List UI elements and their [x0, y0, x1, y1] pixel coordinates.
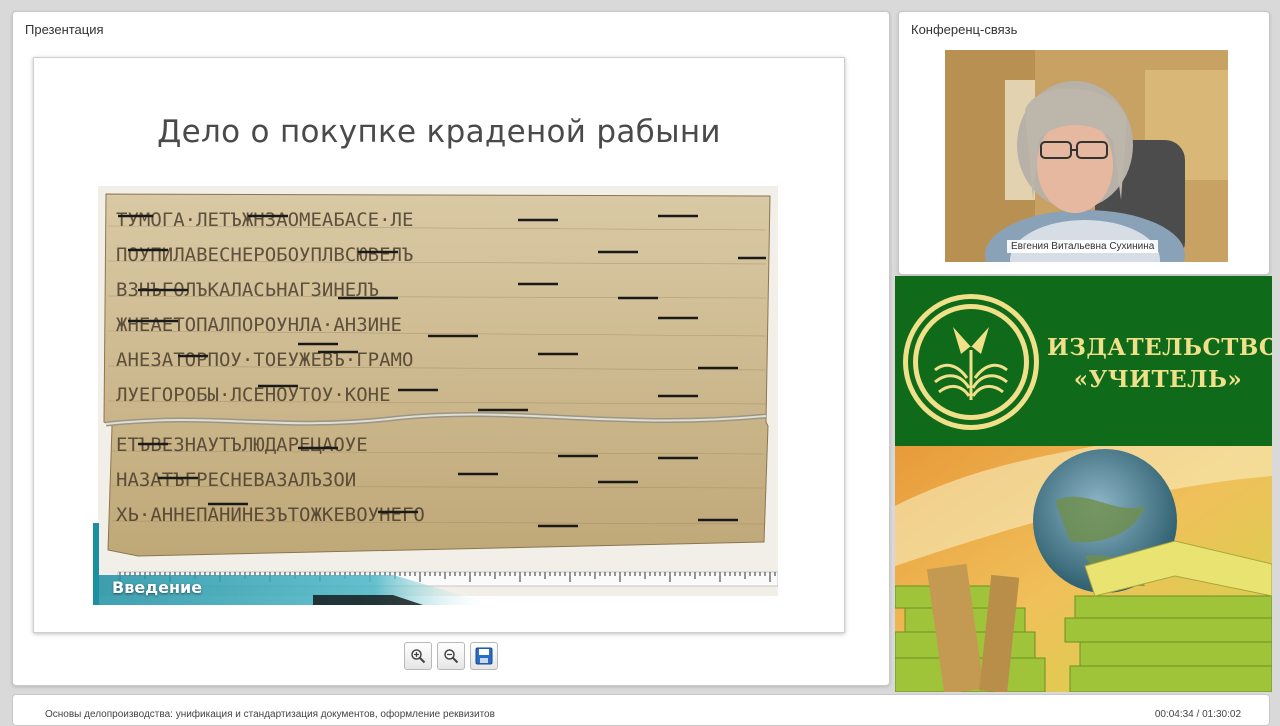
publisher-banner-top: ИЗДАТЕЛЬСТВО «УЧИТЕЛЬ» [895, 276, 1272, 446]
svg-text:ПОУПИЛАВЕСНЕРОБОУПЛВСЮВЕЛЪ: ПОУПИЛАВЕСНЕРОБОУПЛВСЮВЕЛЪ [116, 244, 413, 266]
save-button[interactable] [470, 642, 498, 670]
birch-bark-document-image: ТУМОГА·ЛЕТЪЖНЗАОМЕАБАСЕ·ЛЕ ПОУПИЛАВЕСНЕР… [98, 186, 778, 596]
svg-text:АНЕЗАТОРПОУ·ТОЕУЖЕВЪ·ГРАМО: АНЕЗАТОРПОУ·ТОЕУЖЕВЪ·ГРАМО [116, 349, 413, 371]
slide-title: Дело о покупке краденой рабыни [157, 114, 721, 150]
playback-timer: 00:04:34 / 01:30:02 [1154, 709, 1241, 720]
presentation-panel: Презентация Дело о покупке краденой рабы… [12, 11, 890, 686]
svg-text:ХЬ·АННЕПАНИНЕЗЪТОЖКЕВОУНЕГО: ХЬ·АННЕПАНИНЕЗЪТОЖКЕВОУНЕГО [116, 504, 425, 526]
slide: Дело о покупке краденой рабыни ТУМОГА·ЛЕ… [33, 57, 845, 633]
course-title: Основы делопроизводства: унификация и ст… [45, 709, 495, 720]
intro-badge-label: Введение [112, 578, 203, 597]
svg-text:ЖНЕАЕТОПАЛПОРОУНЛА·АНЗИНЕ: ЖНЕАЕТОПАЛПОРОУНЛА·АНЗИНЕ [116, 314, 402, 336]
books-and-globe-image [895, 446, 1272, 692]
speaker-name-label: Евгения Витальевна Сухинина [1007, 240, 1159, 253]
publisher-banner[interactable]: ИЗДАТЕЛЬСТВО «УЧИТЕЛЬ» [895, 276, 1272, 692]
svg-text:ЛУЕГОРОБЫ·ЛСЕНОУТОУ·КОНЕ: ЛУЕГОРОБЫ·ЛСЕНОУТОУ·КОНЕ [116, 384, 391, 406]
save-icon [475, 647, 493, 665]
publisher-name-line2: «УЧИТЕЛЬ» [1073, 366, 1243, 393]
publisher-name-line1: ИЗДАТЕЛЬСТВО [1047, 334, 1272, 361]
svg-text:НАЗАТЪГРЕСНЕВАЗАЛЪЗОИ: НАЗАТЪГРЕСНЕВАЗАЛЪЗОИ [116, 469, 356, 491]
speaker-video: Евгения Витальевна Сухинина [945, 50, 1228, 262]
publisher-logo [903, 294, 1039, 430]
svg-text:ТУМОГА·ЛЕТЪЖНЗАОМЕАБАСЕ·ЛЕ: ТУМОГА·ЛЕТЪЖНЗАОМЕАБАСЕ·ЛЕ [116, 209, 413, 231]
zoom-in-button[interactable] [404, 642, 432, 670]
zoom-out-button[interactable] [437, 642, 465, 670]
footer-bar: Основы делопроизводства: унификация и ст… [12, 694, 1270, 726]
speaker-video-image [945, 50, 1228, 262]
zoom-in-icon [411, 649, 426, 664]
conference-panel: Конференц-связь Евгения Витальевна Сухин… [898, 11, 1270, 275]
presentation-panel-title: Презентация [25, 22, 104, 37]
zoom-out-icon [444, 649, 459, 664]
conference-panel-title: Конференц-связь [911, 22, 1018, 37]
